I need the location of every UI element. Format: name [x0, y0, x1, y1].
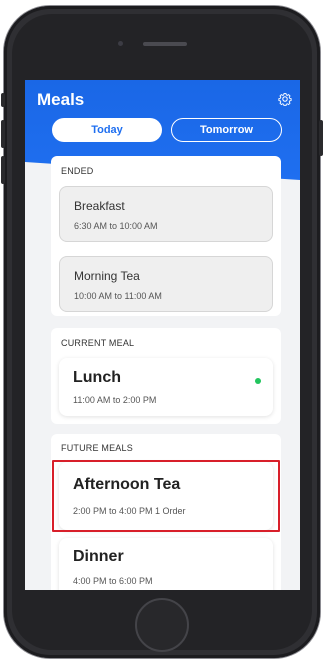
meal-name: Lunch [73, 369, 121, 386]
meal-card-breakfast[interactable]: Breakfast 6:30 AM to 10:00 AM [59, 186, 273, 242]
front-camera [118, 41, 123, 46]
tab-tomorrow-label: Tomorrow [200, 124, 253, 136]
mute-switch [1, 93, 5, 107]
meal-time: 6:30 AM to 10:00 AM [74, 221, 158, 231]
meal-card-lunch[interactable]: Lunch 11:00 AM to 2:00 PM [59, 358, 273, 416]
app-screen: Meals Today Tomorrow ENDED Breakfast 6:3… [25, 80, 300, 590]
power-button [319, 120, 323, 156]
tab-today[interactable]: Today [52, 118, 162, 142]
ended-section: ENDED Breakfast 6:30 AM to 10:00 AM Morn… [51, 156, 281, 316]
meal-name: Morning Tea [74, 269, 140, 283]
earpiece-speaker [143, 42, 187, 46]
current-meal-section: CURRENT MEAL Lunch 11:00 AM to 2:00 PM [51, 328, 281, 424]
meal-card-morning-tea[interactable]: Morning Tea 10:00 AM to 11:00 AM [59, 256, 273, 312]
selection-highlight [52, 460, 280, 532]
meal-time: 11:00 AM to 2:00 PM [73, 395, 157, 405]
meal-time: 10:00 AM to 11:00 AM [74, 291, 162, 301]
section-label: FUTURE MEALS [61, 443, 133, 453]
tab-today-label: Today [91, 124, 123, 136]
meal-card-dinner[interactable]: Dinner 4:00 PM to 6:00 PM [59, 538, 273, 590]
page-title: Meals [37, 90, 85, 109]
home-button[interactable] [135, 598, 189, 652]
meal-time: 4:00 PM to 6:00 PM [73, 576, 153, 586]
gear-icon[interactable] [278, 92, 292, 106]
section-label: ENDED [61, 166, 94, 176]
active-status-dot [255, 378, 261, 384]
tab-tomorrow[interactable]: Tomorrow [171, 118, 282, 142]
meal-name: Dinner [73, 548, 124, 565]
volume-up-button [1, 120, 5, 148]
volume-down-button [1, 156, 5, 184]
meal-name: Breakfast [74, 199, 125, 213]
section-label: CURRENT MEAL [61, 338, 135, 348]
